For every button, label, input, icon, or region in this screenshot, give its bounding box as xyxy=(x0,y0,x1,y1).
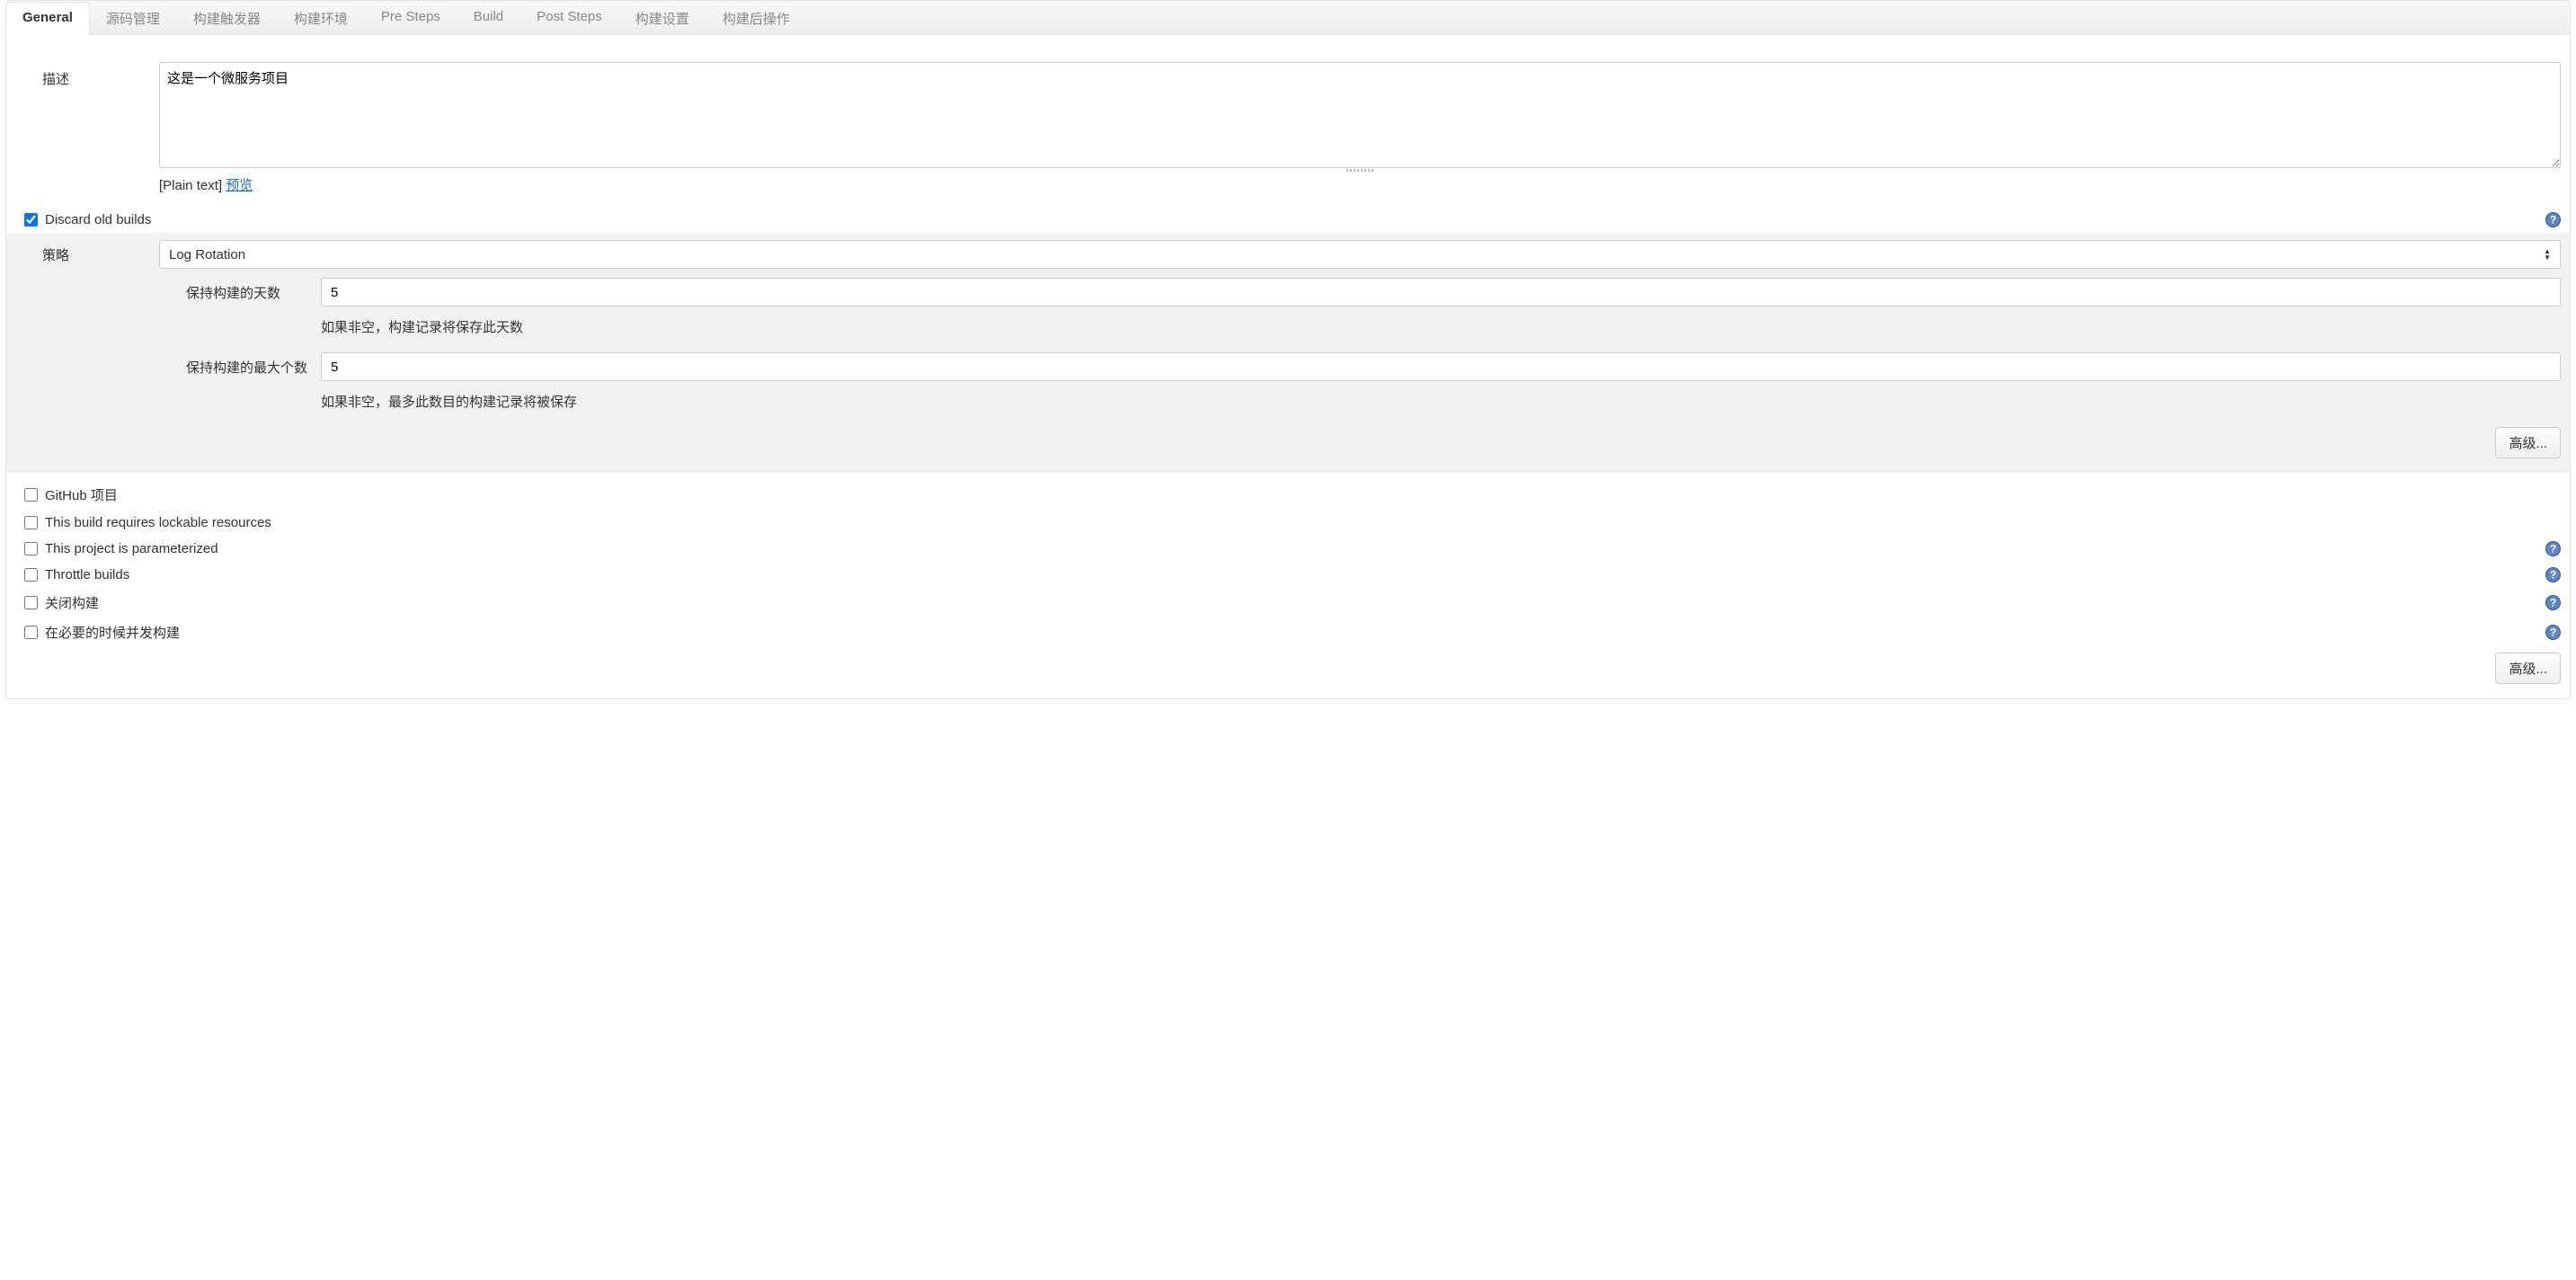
help-icon[interactable]: ? xyxy=(2545,625,2561,640)
github-project-label: GitHub 项目 xyxy=(45,485,118,504)
preview-link[interactable]: 预览 xyxy=(226,178,253,193)
parameterized-label: This project is parameterized xyxy=(45,541,218,556)
lockable-resources-label: This build requires lockable resources xyxy=(45,515,271,530)
config-tabs: General 源码管理 构建触发器 构建环境 Pre Steps Build … xyxy=(5,0,2571,35)
tab-build[interactable]: Build xyxy=(457,2,520,35)
max-builds-hint: 如果非空，最多此数目的构建记录将被保存 xyxy=(6,387,2570,422)
throttle-builds-label: Throttle builds xyxy=(45,567,129,582)
concurrent-build-checkbox[interactable] xyxy=(24,626,38,639)
svg-text:?: ? xyxy=(2550,543,2556,556)
description-format-label: [Plain text] xyxy=(159,178,222,193)
strategy-value: Log Rotation xyxy=(160,247,2535,262)
select-arrows-icon: ▲▼ xyxy=(2535,249,2560,261)
github-project-checkbox[interactable] xyxy=(24,488,38,502)
tab-build-settings[interactable]: 构建设置 xyxy=(619,2,706,35)
discard-old-builds-label: Discard old builds xyxy=(45,212,151,227)
description-textarea[interactable] xyxy=(159,62,2561,168)
help-icon[interactable]: ? xyxy=(2545,541,2561,556)
days-to-keep-input[interactable] xyxy=(321,278,2561,307)
strategy-select[interactable]: Log Rotation ▲▼ xyxy=(159,240,2561,269)
help-icon[interactable]: ? xyxy=(2545,567,2561,582)
tab-post-build[interactable]: 构建后操作 xyxy=(706,2,807,35)
tab-pre-steps[interactable]: Pre Steps xyxy=(365,2,457,35)
advanced-button-bottom[interactable]: 高级... xyxy=(2495,653,2561,684)
tab-scm[interactable]: 源码管理 xyxy=(90,2,177,35)
tab-general[interactable]: General xyxy=(5,2,90,35)
svg-text:?: ? xyxy=(2550,597,2556,609)
svg-text:?: ? xyxy=(2550,627,2556,639)
tab-build-env[interactable]: 构建环境 xyxy=(278,2,365,35)
help-icon[interactable]: ? xyxy=(2545,212,2561,227)
svg-text:?: ? xyxy=(2550,214,2556,227)
advanced-button[interactable]: 高级... xyxy=(2495,427,2561,458)
tab-triggers[interactable]: 构建触发器 xyxy=(177,2,278,35)
days-to-keep-label: 保持构建的天数 xyxy=(15,283,321,302)
description-label: 描述 xyxy=(15,62,159,88)
strategy-label: 策略 xyxy=(15,245,159,264)
lockable-resources-checkbox[interactable] xyxy=(24,516,38,529)
help-icon[interactable]: ? xyxy=(2545,595,2561,610)
resize-handle[interactable] xyxy=(159,169,2561,172)
disable-build-label: 关闭构建 xyxy=(45,593,99,612)
discard-old-builds-checkbox[interactable] xyxy=(24,213,38,227)
disable-build-checkbox[interactable] xyxy=(24,596,38,609)
days-to-keep-hint: 如果非空，构建记录将保存此天数 xyxy=(6,312,2570,347)
throttle-builds-checkbox[interactable] xyxy=(24,568,38,582)
concurrent-build-label: 在必要的时候并发构建 xyxy=(45,623,180,642)
tab-post-steps[interactable]: Post Steps xyxy=(520,2,619,35)
svg-text:?: ? xyxy=(2550,569,2556,582)
max-builds-label: 保持构建的最大个数 xyxy=(15,358,321,377)
max-builds-input[interactable] xyxy=(321,352,2561,381)
parameterized-checkbox[interactable] xyxy=(24,542,38,556)
